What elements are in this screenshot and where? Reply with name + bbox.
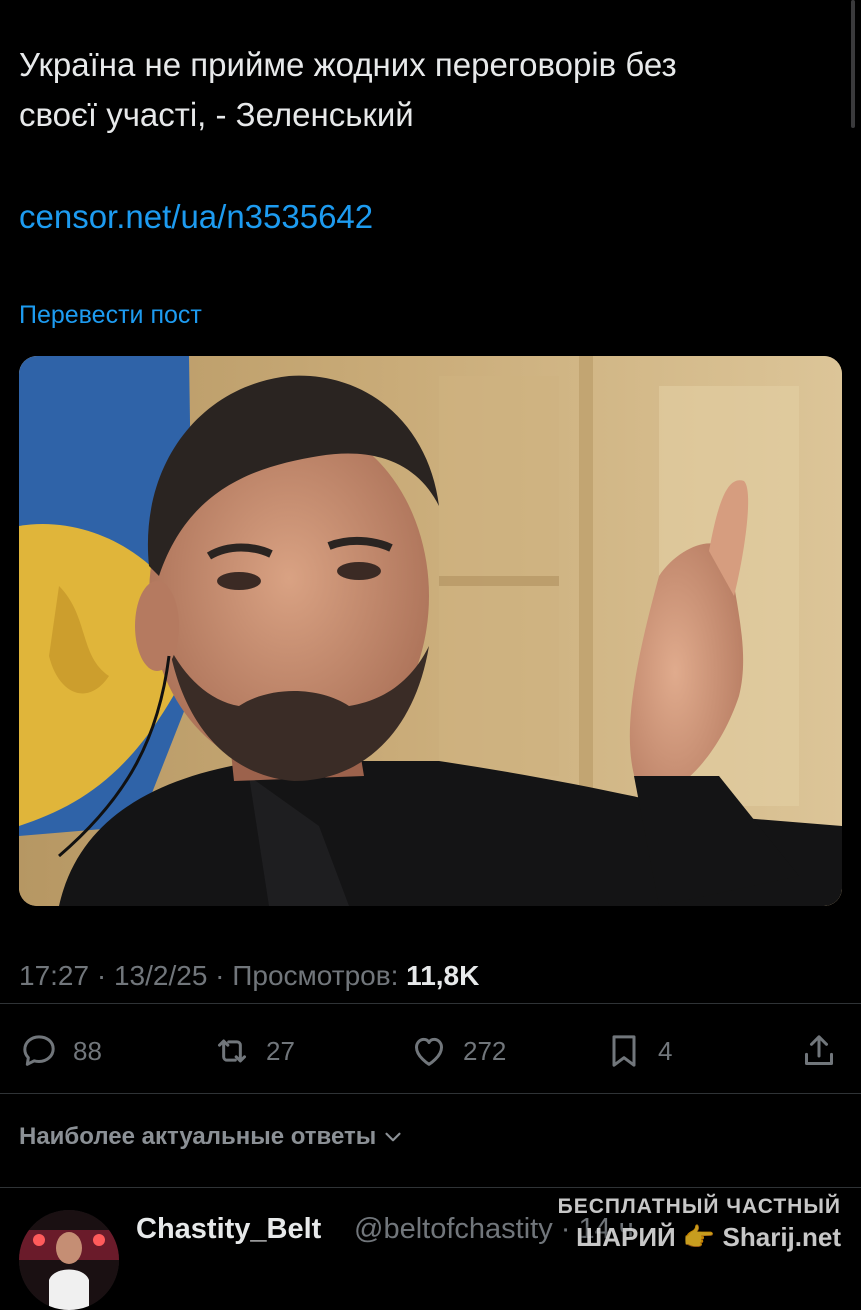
post-time: 17:27 [19,960,90,991]
action-bar: 88 27 272 4 [19,1028,841,1074]
watermark-line-2: ШАРИЙ 👉 Sharij.net [576,1222,841,1252]
post-text: Україна не прийме жодних переговорів без… [19,40,839,140]
bookmark-icon [612,1035,636,1067]
post-text-line-1: Україна не прийме жодних переговорів без [19,46,677,83]
bookmark-count: 4 [658,1035,673,1066]
share-icon [805,1035,833,1065]
views-count[interactable]: 11,8K [406,960,479,991]
scrollbar[interactable] [851,0,855,128]
post-link[interactable]: censor.net/ua/n3535642 [19,193,373,241]
divider [0,1093,861,1094]
like-button[interactable]: 272 [409,1028,506,1074]
bookmark-button[interactable]: 4 [604,1028,672,1074]
translate-post-button[interactable]: Перевести пост [19,298,202,332]
reply-icon [23,1035,55,1066]
watermark-line-1: БЕСПЛАТНЫЙ ЧАСТНЫЙ [557,1195,841,1218]
reply-count: 88 [73,1035,102,1066]
reply-author-name[interactable]: Chastity_Belt [136,1210,321,1248]
chevron-down-icon [385,1132,401,1142]
reply-button[interactable]: 88 [19,1028,102,1074]
views-label: Просмотров: [232,960,407,991]
divider [0,1187,861,1188]
divider [0,1003,861,1004]
repost-count: 27 [266,1035,295,1066]
meta-separator: · [89,960,114,991]
repost-button[interactable]: 27 [212,1028,295,1074]
post-meta: 17:27 · 13/2/25 · Просмотров: 11,8K [19,958,479,994]
avatar[interactable] [19,1210,119,1310]
replies-sort-label: Наиболее актуальные ответы [19,1123,377,1150]
meta-separator: · [207,960,233,991]
post-text-line-2: своєї участі, - Зеленський [19,96,414,133]
watermark: БЕСПЛАТНЫЙ ЧАСТНЫЙ ШАРИЙ 👉 Sharij.net [541,1193,841,1253]
heart-icon [415,1037,443,1066]
repost-icon [218,1039,246,1063]
post-photo[interactable] [19,356,842,906]
replies-sort-dropdown[interactable]: Наиболее актуальные ответы [19,1120,406,1154]
like-count: 272 [463,1035,507,1066]
post-date: 13/2/25 [113,960,208,991]
share-button[interactable] [799,1028,839,1074]
